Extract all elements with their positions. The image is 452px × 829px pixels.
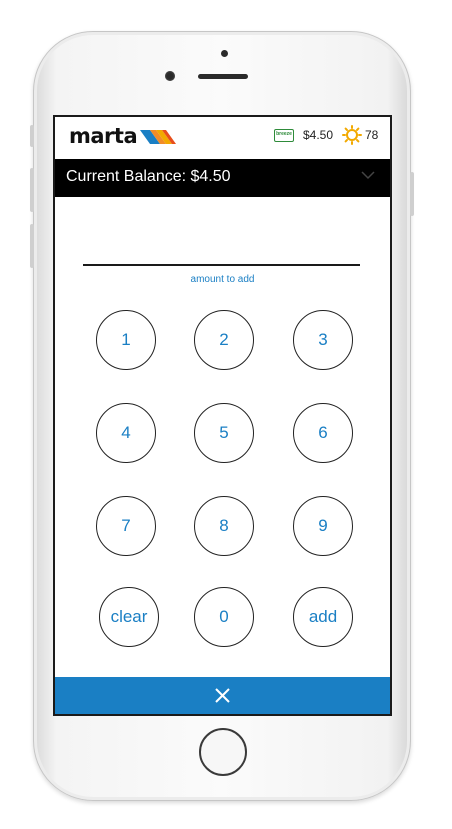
close-icon[interactable]	[215, 688, 230, 703]
key-4[interactable]: 4	[96, 403, 156, 463]
chevron-down-icon[interactable]	[361, 168, 375, 182]
key-7[interactable]: 7	[96, 496, 156, 556]
sun-icon	[342, 125, 362, 145]
close-bar[interactable]	[55, 677, 390, 714]
key-9[interactable]: 9	[293, 496, 353, 556]
temperature: 78	[365, 128, 379, 142]
mute-switch	[30, 125, 34, 147]
volume-up-button	[30, 168, 34, 212]
app-screen: marta breeze $4.50 78 Current Balance: $…	[53, 115, 392, 716]
marta-logo: marta	[69, 126, 180, 147]
front-camera	[165, 71, 175, 81]
home-button[interactable]	[199, 728, 247, 776]
key-1[interactable]: 1	[96, 310, 156, 370]
key-0[interactable]: 0	[194, 587, 254, 647]
amount-underline	[83, 264, 360, 266]
proximity-sensor	[221, 50, 228, 57]
key-2[interactable]: 2	[194, 310, 254, 370]
breeze-card-icon: breeze	[274, 129, 294, 142]
add-button[interactable]: add	[293, 587, 353, 647]
breeze-balance: $4.50	[303, 128, 334, 142]
balance-bar[interactable]: Current Balance: $4.50	[55, 159, 390, 197]
top-bar: marta breeze $4.50 78	[55, 117, 390, 157]
key-3[interactable]: 3	[293, 310, 353, 370]
logo-text: marta	[69, 124, 138, 148]
amount-display	[83, 237, 360, 261]
key-8[interactable]: 8	[194, 496, 254, 556]
earpiece-speaker	[198, 74, 248, 79]
key-5[interactable]: 5	[194, 403, 254, 463]
key-6[interactable]: 6	[293, 403, 353, 463]
power-button	[410, 172, 414, 216]
current-balance: Current Balance: $4.50	[66, 168, 231, 185]
volume-down-button	[30, 224, 34, 268]
breeze-badge-text: breeze	[276, 131, 292, 137]
amount-caption: amount to add	[190, 274, 255, 285]
clear-button[interactable]: clear	[99, 587, 159, 647]
logo-stripes-icon	[140, 129, 177, 144]
